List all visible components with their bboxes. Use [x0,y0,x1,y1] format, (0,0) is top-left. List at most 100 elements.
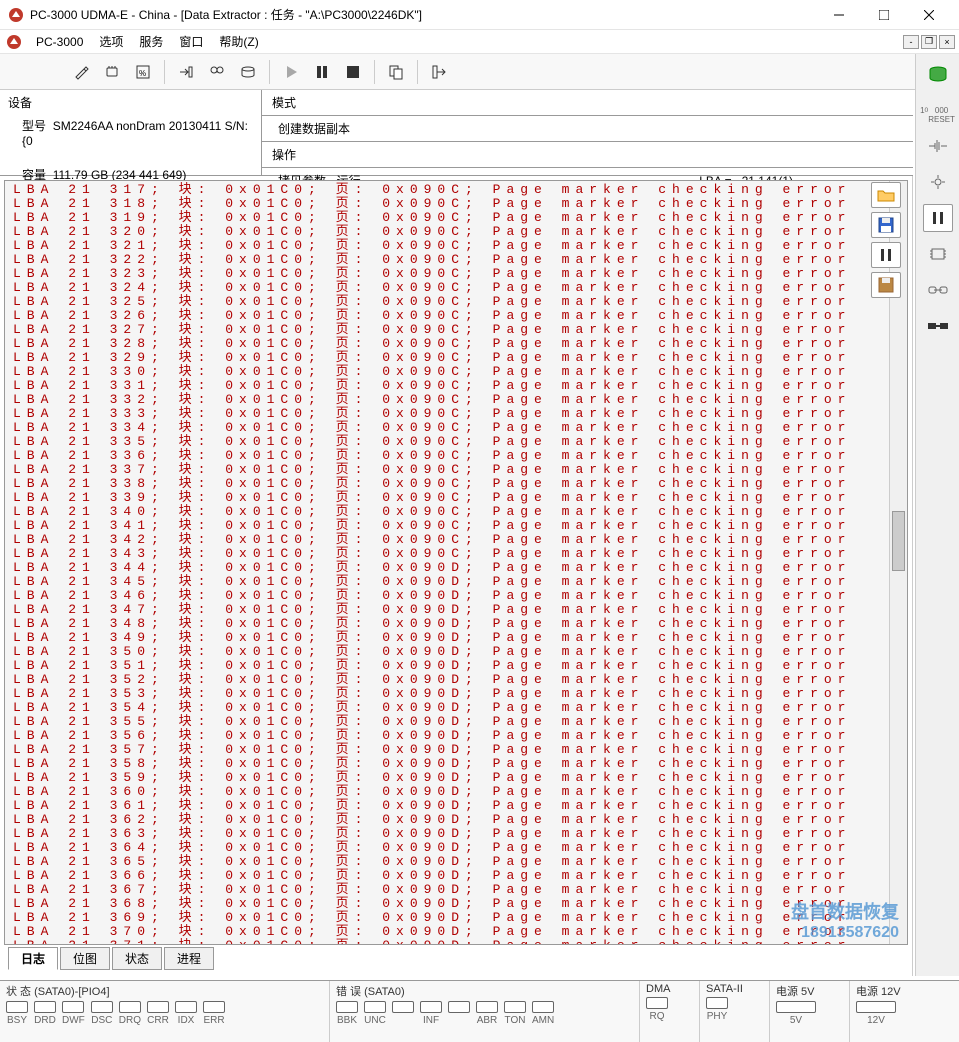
log-line: LBA 21 367; 块: 0x01C0; 页: 0x090D; Page m… [13,883,881,897]
side-speaker-icon[interactable] [923,132,953,160]
led-item: IDX [175,1001,197,1026]
led-item: BBK [336,1001,358,1026]
tool-play[interactable] [277,58,305,86]
log-line: LBA 21 353; 块: 0x01C0; 页: 0x090D; Page m… [13,687,881,701]
log-line: LBA 21 345; 块: 0x01C0; 页: 0x090D; Page m… [13,575,881,589]
close-button[interactable] [906,1,951,29]
status-sata0-state: 状 态 (SATA0)-[PIO4] BSYDRDDWFDSCDRQCRRIDX… [0,981,330,1042]
status-pw5: 电源 5V 5V [770,981,850,1042]
log-line: LBA 21 360; 块: 0x01C0; 页: 0x090D; Page m… [13,785,881,799]
log-line: LBA 21 326; 块: 0x01C0; 页: 0x090C; Page m… [13,309,881,323]
sata0-err-title: 错 误 (SATA0) [336,983,633,999]
tab-process[interactable]: 进程 [164,947,214,970]
tab-log[interactable]: 日志 [8,947,58,970]
scroll-thumb[interactable] [892,511,905,571]
log-line: LBA 21 329; 块: 0x01C0; 页: 0x090C; Page m… [13,351,881,365]
log-line: LBA 21 320; 块: 0x01C0; 页: 0x090C; Page m… [13,225,881,239]
menu-service[interactable]: 服务 [131,31,171,52]
tab-bitmap[interactable]: 位图 [60,947,110,970]
led-item: DSC [91,1001,113,1026]
led-item: BSY [6,1001,28,1026]
log-line: LBA 21 351; 块: 0x01C0; 页: 0x090D; Page m… [13,659,881,673]
led-box [91,1001,113,1013]
led-label: AMN [532,1015,554,1026]
tool-disk[interactable] [234,58,262,86]
side-link-icon[interactable] [923,276,953,304]
led-label: ABR [477,1015,498,1026]
menu-help[interactable]: 帮助(Z) [211,31,266,52]
led-label: DRD [34,1015,56,1026]
status-dma: DMA RQ [640,981,700,1042]
model-label: 型号 [22,119,46,133]
model-value: SM2246AA nonDram 20130411 S/N:{0 [22,119,248,148]
led-item: AMN [532,1001,554,1026]
log-line: LBA 21 328; 块: 0x01C0; 页: 0x090C; Page m… [13,337,881,351]
log-line: LBA 21 333; 块: 0x01C0; 页: 0x090C; Page m… [13,407,881,421]
side-disk-icon[interactable] [923,60,953,88]
led-label: BBK [337,1015,357,1026]
log-line: LBA 21 338; 块: 0x01C0; 页: 0x090C; Page m… [13,477,881,491]
led-item: DWF [62,1001,85,1026]
log-line: LBA 21 317; 块: 0x01C0; 页: 0x090C; Page m… [13,183,881,197]
side-sleep-icon[interactable] [923,168,953,196]
inner-savedisk-icon[interactable] [871,272,901,298]
led-box [420,1001,442,1013]
mdi-close[interactable]: × [939,35,955,49]
log-line: LBA 21 357; 块: 0x01C0; 页: 0x090D; Page m… [13,743,881,757]
minimize-button[interactable] [816,1,861,29]
led-item: INF [420,1001,442,1026]
side-plug-icon[interactable] [923,312,953,340]
device-header: 设备 [8,94,253,111]
tool-exit[interactable] [425,58,453,86]
led-item: TON [504,1001,526,1026]
menu-options[interactable]: 选项 [91,31,131,52]
led-box [175,1001,197,1013]
led-item: DRQ [119,1001,141,1026]
inner-save-icon[interactable] [871,212,901,238]
maximize-button[interactable] [861,1,906,29]
pw12-title: 电源 12V [856,983,953,999]
led-item: UNC [364,1001,386,1026]
side-pause-icon[interactable] [923,204,953,232]
log-line: LBA 21 343; 块: 0x01C0; 页: 0x090C; Page m… [13,547,881,561]
tool-chip[interactable] [98,58,126,86]
log-line: LBA 21 323; 块: 0x01C0; 页: 0x090C; Page m… [13,267,881,281]
mdi-minimize[interactable]: - [903,35,919,49]
tab-status[interactable]: 状态 [112,947,162,970]
menu-app[interactable]: PC-3000 [28,33,91,51]
log-line: LBA 21 348; 块: 0x01C0; 页: 0x090D; Page m… [13,617,881,631]
tool-stop[interactable] [339,58,367,86]
log-line: LBA 21 350; 块: 0x01C0; 页: 0x090D; Page m… [13,645,881,659]
log-line: LBA 21 336; 块: 0x01C0; 页: 0x090C; Page m… [13,449,881,463]
pw12-led: 12V [867,1015,885,1026]
titlebar: PC-3000 UDMA-E - China - [Data Extractor… [0,0,959,30]
led-label: CRR [147,1015,169,1026]
side-chip-icon[interactable] [923,240,953,268]
log-line: LBA 21 324; 块: 0x01C0; 页: 0x090C; Page m… [13,281,881,295]
tool-goto[interactable] [172,58,200,86]
log-view[interactable]: LBA 21 317; 块: 0x01C0; 页: 0x090C; Page m… [4,180,908,945]
log-line: LBA 21 349; 块: 0x01C0; 页: 0x090D; Page m… [13,631,881,645]
inner-folder-icon[interactable] [871,182,901,208]
inner-pause-icon[interactable] [871,242,901,268]
mode-panel: 模式 [262,90,913,116]
window-title: PC-3000 UDMA-E - China - [Data Extractor… [30,6,816,23]
led-item: ABR [476,1001,498,1026]
side-reset-icon[interactable]: 10000RESET [923,96,953,124]
led-box [119,1001,141,1013]
tool-settings[interactable] [67,58,95,86]
info-panels: 设备 型号 SM2246AA nonDram 20130411 S/N:{0 容… [0,90,913,176]
tool-percent[interactable]: % [129,58,157,86]
toolbar: % [0,54,959,90]
menu-window[interactable]: 窗口 [171,31,211,52]
tool-pause[interactable] [308,58,336,86]
tool-find[interactable] [203,58,231,86]
mdi-restore[interactable]: ❐ [921,35,937,49]
tool-copy[interactable] [382,58,410,86]
led-label: IDX [178,1015,195,1026]
led-label: BSY [7,1015,27,1026]
log-line: LBA 21 369; 块: 0x01C0; 页: 0x090D; Page m… [13,911,881,925]
log-line: LBA 21 361; 块: 0x01C0; 页: 0x090D; Page m… [13,799,881,813]
log-line: LBA 21 342; 块: 0x01C0; 页: 0x090C; Page m… [13,533,881,547]
svg-text:%: % [139,69,146,78]
